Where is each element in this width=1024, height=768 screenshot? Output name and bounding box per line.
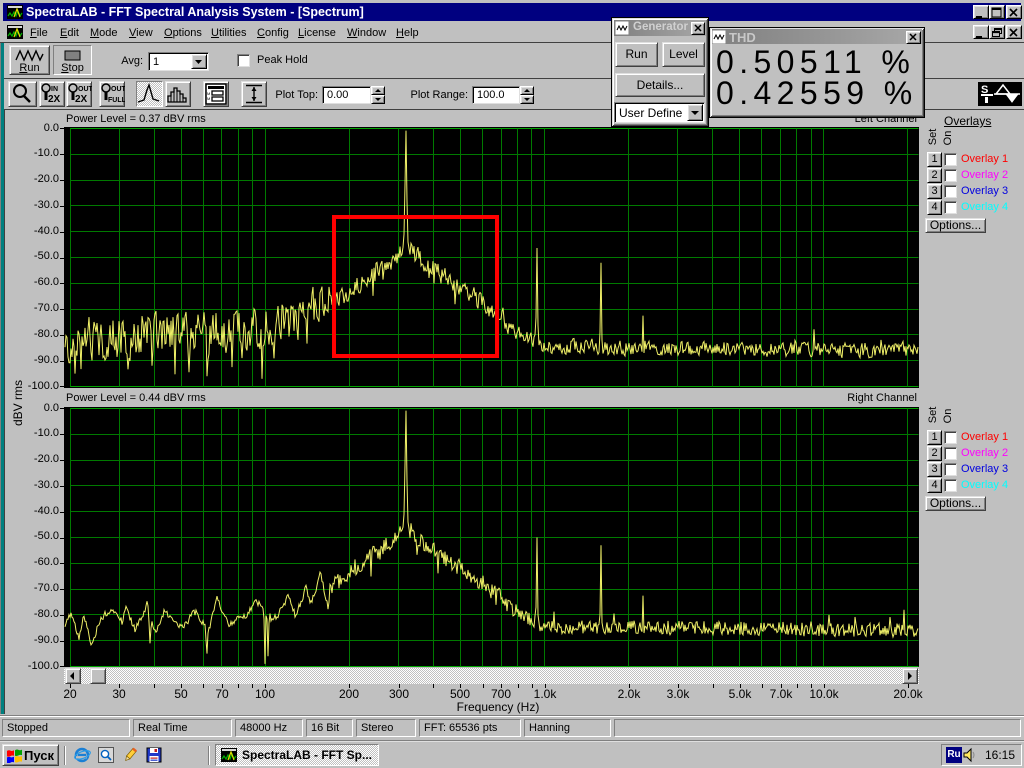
svg-text:2X: 2X xyxy=(48,94,61,105)
svg-text:2X: 2X xyxy=(75,94,88,105)
svg-text:M: M xyxy=(207,96,210,101)
svg-text:FULL: FULL xyxy=(108,97,125,104)
svg-text:OUT: OUT xyxy=(78,86,92,93)
svg-text:IN: IN xyxy=(51,86,58,93)
svg-text:OUT: OUT xyxy=(111,86,125,93)
